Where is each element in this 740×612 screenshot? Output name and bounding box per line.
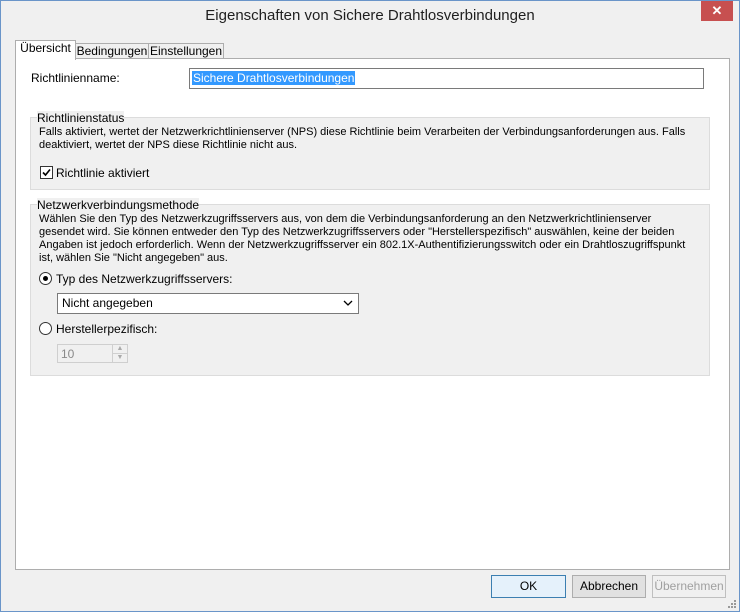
connection-method-title: Netzwerkverbindungsmethode xyxy=(37,198,200,212)
vendor-radio[interactable] xyxy=(39,322,52,335)
vendor-radio-label: Herstellerpezifisch: xyxy=(56,322,158,336)
cancel-button[interactable]: Abbrechen xyxy=(572,575,646,598)
policy-status-title: Richtlinienstatus xyxy=(37,111,125,125)
nas-type-value: Nicht angegeben xyxy=(62,296,153,310)
radio-selected-dot xyxy=(43,276,48,281)
policy-name-value: Sichere Drahtlosverbindungen xyxy=(192,71,356,85)
ok-button[interactable]: OK xyxy=(491,575,566,598)
tab-uebersicht[interactable]: Übersicht xyxy=(15,40,76,60)
spin-down-icon[interactable]: ▼ xyxy=(112,354,127,362)
nas-type-select[interactable]: Nicht angegeben xyxy=(57,293,359,314)
vendor-spinner-value: 10 xyxy=(61,347,75,361)
type-radio-label: Typ des Netzwerkzugriffsservers: xyxy=(56,272,233,286)
policy-status-description: Falls aktiviert, wertet der Netzwerkrich… xyxy=(39,126,686,151)
checkmark-icon xyxy=(42,168,51,177)
apply-button[interactable]: Übernehmen xyxy=(652,575,726,598)
spin-up-icon[interactable]: ▲ xyxy=(112,345,127,354)
dialog-window: Eigenschaften von Sichere Drahtlosverbin… xyxy=(0,0,740,612)
policy-name-label: Richtlinienname: xyxy=(31,71,120,85)
chevron-down-icon xyxy=(343,300,353,306)
close-button[interactable]: ✕ xyxy=(701,1,733,21)
policy-enabled-label: Richtlinie aktiviert xyxy=(56,166,150,180)
window-title: Eigenschaften von Sichere Drahtlosverbin… xyxy=(205,7,535,24)
policy-name-input[interactable]: Sichere Drahtlosverbindungen xyxy=(189,68,704,89)
vendor-spinner[interactable]: 10 ▲ ▼ xyxy=(57,344,128,363)
close-icon: ✕ xyxy=(711,3,723,18)
connection-method-description: Wählen Sie den Typ des Netzwerkzugriffss… xyxy=(39,213,686,264)
resize-grip-icon[interactable] xyxy=(727,599,737,609)
title-bar: Eigenschaften von Sichere Drahtlosverbin… xyxy=(1,1,739,31)
policy-enabled-checkbox[interactable] xyxy=(40,166,53,179)
type-radio[interactable] xyxy=(39,272,52,285)
